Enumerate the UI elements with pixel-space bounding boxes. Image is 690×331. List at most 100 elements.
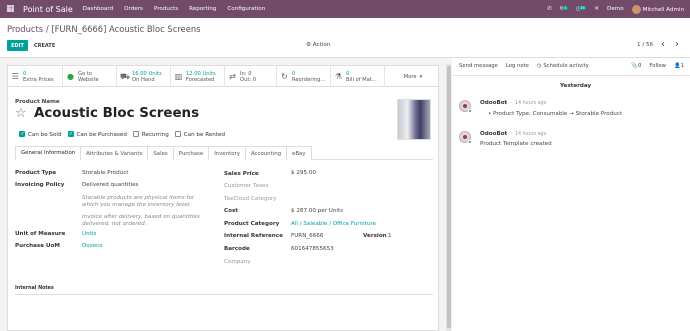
purchase-uom-field[interactable]: Dozens xyxy=(82,243,103,250)
message-body: Product Template created xyxy=(480,141,552,147)
customer-taxes-label: Customer Taxes xyxy=(224,183,269,189)
company-switcher[interactable]: Demo xyxy=(607,6,624,12)
can-be-sold-checkbox[interactable]: Can be Sold xyxy=(19,131,62,138)
message-author[interactable]: OdooBot xyxy=(480,131,507,137)
tab-purchase[interactable]: Purchase xyxy=(172,146,210,160)
sales-price-field[interactable]: $ 295.00 xyxy=(291,170,316,177)
chatter-divider xyxy=(452,75,690,76)
breadcrumb: Products / [FURN_6666] Acoustic Bloc Scr… xyxy=(7,24,201,34)
flask-icon: ⚗ xyxy=(334,72,343,81)
stat-reordering[interactable]: ↻ 0 Reordering... xyxy=(277,66,331,87)
product-type-label: Product Type xyxy=(15,170,57,176)
menu-reporting[interactable]: Reporting xyxy=(189,6,216,12)
uom-field[interactable]: Units xyxy=(82,231,96,238)
product-category-label: Product Category xyxy=(224,221,280,227)
messages-button[interactable]: ✉4 xyxy=(560,6,568,12)
menu-configuration[interactable]: Configuration xyxy=(227,6,265,12)
create-button[interactable]: CREATE xyxy=(34,40,55,51)
cost-field[interactable]: $ 287.00 per Units xyxy=(291,208,343,215)
message-time-prefix: - xyxy=(510,101,512,106)
schedule-activity-button[interactable]: ◷ Schedule activity xyxy=(537,63,589,69)
barcode-field[interactable]: 601647855653 xyxy=(291,246,334,253)
control-panel: Products / [FURN_6666] Acoustic Bloc Scr… xyxy=(0,18,690,58)
stat-label: Forecasted xyxy=(186,76,215,83)
tab-accounting[interactable]: Accounting xyxy=(244,146,288,160)
message-time-prefix: - xyxy=(510,132,512,137)
clock-icon: ◷ xyxy=(536,63,542,69)
menu-orders[interactable]: Orders xyxy=(124,6,143,12)
online-status-icon xyxy=(468,109,472,113)
stat-extra-prices[interactable]: ☰ 0 Extra Prices xyxy=(8,66,63,87)
stat-on-hand[interactable]: ⛟ 16.00 Units On Hand xyxy=(117,66,171,87)
stat-go-to-website[interactable]: ● Go to Website xyxy=(63,66,117,87)
pager-value[interactable]: 1 / 56 xyxy=(637,42,653,48)
follow-button[interactable]: Follow xyxy=(649,63,666,69)
messages-badge: 4 xyxy=(562,6,568,10)
version-field[interactable]: 1 xyxy=(388,233,392,240)
tab-ebay[interactable]: eBay xyxy=(286,146,312,160)
debug-icon[interactable]: ✕ xyxy=(594,6,599,12)
form-scrollbar[interactable] xyxy=(446,64,451,331)
invoicing-policy-help: Invoice after delivery, based on quantit… xyxy=(82,214,200,227)
stat-forecasted[interactable]: ▥ 12.00 Units Forecasted xyxy=(171,66,225,87)
stat-in-out[interactable]: ⇄ In: 0 Out: 0 xyxy=(225,66,277,87)
scrollbar-thumb[interactable] xyxy=(446,66,451,328)
product-image[interactable] xyxy=(397,99,431,140)
refresh-icon: ↻ xyxy=(281,72,288,81)
menu-products[interactable]: Products xyxy=(154,6,178,12)
message-author[interactable]: OdooBot xyxy=(480,100,507,106)
stat-label: On Hand xyxy=(132,76,155,83)
recurring-checkbox[interactable]: Recurring xyxy=(132,131,169,138)
message-time: 14 hours ago xyxy=(514,101,547,106)
invoicing-policy-field[interactable]: Delivered quantities xyxy=(82,182,138,189)
internal-notes-label: Internal Notes xyxy=(15,286,54,291)
user-menu[interactable]: Mitchell Admin xyxy=(631,4,684,14)
star-icon[interactable]: ☆ xyxy=(15,106,27,121)
schedule-activity-label: Schedule activity xyxy=(543,63,589,69)
internal-notes-divider xyxy=(15,294,433,295)
can-be-purchased-checkbox[interactable]: Can be Purchased xyxy=(67,131,127,138)
chevron-right-icon[interactable]: › xyxy=(675,39,679,50)
tab-sales[interactable]: Sales xyxy=(147,146,174,160)
transfer-icon: ⇄ xyxy=(229,72,236,81)
send-message-button[interactable]: Send message xyxy=(459,63,498,69)
message-body: • Product Type: Consumable → Storable Pr… xyxy=(488,111,622,117)
user-name: Mitchell Admin xyxy=(642,6,684,13)
day-separator: Yesterday xyxy=(560,83,592,89)
checkbox-empty-icon xyxy=(132,131,139,137)
gear-icon: ⚙ xyxy=(306,42,312,48)
product-name-label: Product Name xyxy=(15,99,60,105)
user-icon: 👤 xyxy=(674,63,681,69)
tab-inventory[interactable]: Inventory xyxy=(208,146,246,160)
can-be-rented-checkbox[interactable]: Can be Rented xyxy=(174,131,225,138)
phone-icon[interactable]: ✆ xyxy=(547,6,552,12)
invoicing-policy-label: Invoicing Policy xyxy=(15,182,65,188)
stat-more[interactable]: More ▾ xyxy=(385,66,438,87)
menu-dashboard[interactable]: Dashboard xyxy=(83,6,113,12)
internal-reference-field[interactable]: FURN_6666 xyxy=(291,233,323,240)
uom-label: Unit of Measure xyxy=(15,231,66,237)
product-type-field[interactable]: Storable Product xyxy=(82,170,128,177)
purchase-uom-label: Purchase UoM xyxy=(15,243,60,249)
tab-attributes-variants[interactable]: Attributes & Variants xyxy=(80,146,149,160)
breadcrumb-products[interactable]: Products xyxy=(7,24,43,34)
cost-label: Cost xyxy=(224,208,238,214)
stat-buttons-bar: ☰ 0 Extra Prices ● Go to Website ⛟ 16.00 U… xyxy=(8,66,438,87)
activities-button[interactable]: ◷36 xyxy=(576,6,587,12)
apps-grid-icon[interactable]: ▦ xyxy=(6,4,20,14)
edit-button[interactable]: EDIT xyxy=(7,40,28,51)
tab-general-information[interactable]: General Information xyxy=(15,146,82,160)
truck-icon: ⛟ xyxy=(120,72,131,81)
followers-button[interactable]: 👤1 xyxy=(674,63,684,69)
action-menu[interactable]: ⚙ Action xyxy=(306,42,330,48)
chevron-left-icon[interactable]: ‹ xyxy=(661,39,665,50)
form-tabs: General Information Attributes & Variant… xyxy=(15,146,433,160)
log-note-button[interactable]: Log note xyxy=(506,63,529,69)
product-category-field[interactable]: All / Saleable / Office Furniture xyxy=(291,221,376,228)
checkbox-label: Can be Purchased xyxy=(76,132,127,138)
stat-bill-of-materials[interactable]: ⚗ 0 Bill of Mat... xyxy=(331,66,385,87)
activities-badge: 36 xyxy=(578,6,587,10)
app-brand[interactable]: Point of Sale xyxy=(23,5,73,14)
stat-label: Bill of Mat... xyxy=(346,76,377,83)
attachments-button[interactable]: 📎0 xyxy=(631,63,641,69)
